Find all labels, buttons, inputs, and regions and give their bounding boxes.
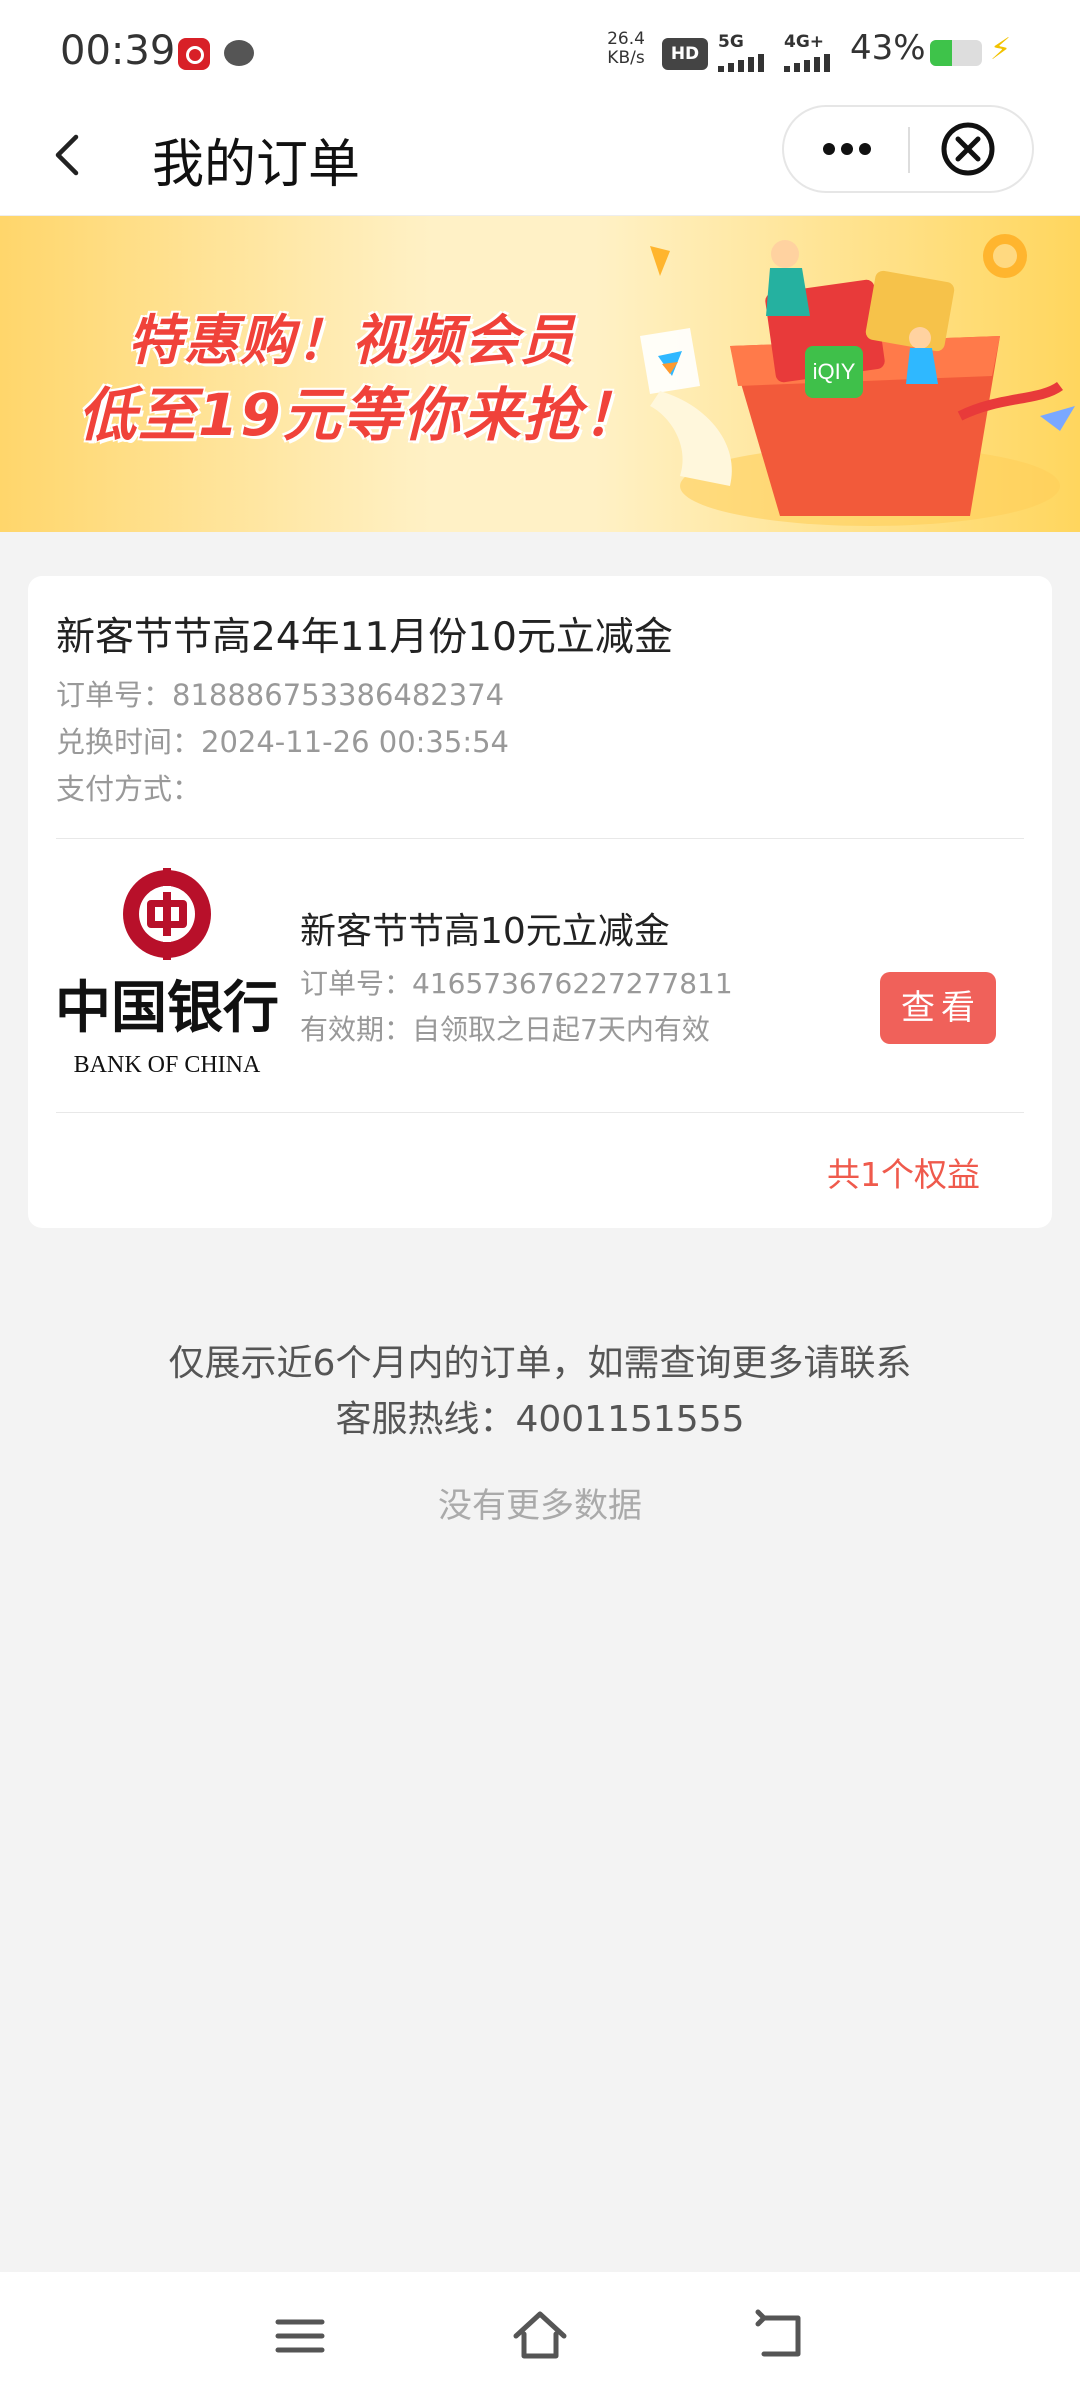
- service-hotline[interactable]: 客服热线：4001151555: [0, 1390, 1080, 1442]
- promo-banner[interactable]: 特惠购！视频会员 低至19元等你来抢！ iQIY: [0, 216, 1080, 532]
- benefit-title: 新客节节高10元立减金: [300, 911, 670, 952]
- network-speed: 26.4 KB/s: [600, 30, 652, 68]
- more-dots-icon[interactable]: [784, 107, 910, 191]
- menu-icon[interactable]: [268, 2304, 332, 2368]
- benefit-order-number: 订单号：416573676227277811: [300, 967, 733, 1000]
- mini-program-capsule: [782, 105, 1034, 193]
- logo-text-en: BANK OF CHINA: [74, 1052, 261, 1078]
- banner-subheadline: 低至19元等你来抢！: [78, 381, 643, 449]
- charging-icon: ⚡: [990, 32, 1012, 67]
- page-title: 我的订单: [152, 135, 361, 195]
- history-notice: 仅展示近6个月内的订单，如需查询更多请联系: [168, 1343, 912, 1384]
- signal-5g-label: 5G: [718, 32, 744, 52]
- gift-box-illustration: iQIY: [640, 234, 1075, 526]
- network-speed-unit: KB/s: [607, 48, 645, 68]
- payment-method: 支付方式：: [56, 772, 202, 806]
- svg-text:iQIY: iQIY: [813, 359, 856, 384]
- order-title: 新客节节高24年11月份10元立减金: [56, 615, 673, 660]
- divider: [56, 838, 1024, 839]
- bank-of-china-logo: 中国银行 BANK OF CHINA: [56, 868, 278, 1078]
- system-nav-bar: [0, 2272, 1080, 2400]
- view-button[interactable]: 查看: [880, 972, 996, 1044]
- signal-4g-icon: [784, 54, 832, 72]
- order-card[interactable]: 新客节节高24年11月份10元立减金 订单号：81888675338648237…: [28, 576, 1052, 1228]
- no-more-data: 没有更多数据: [438, 1486, 642, 1526]
- divider: [56, 1112, 1024, 1113]
- netease-music-icon: [178, 38, 210, 70]
- exchange-time: 兑换时间：2024-11-26 00:35:54: [56, 725, 509, 759]
- status-indicators: 26.4 KB/s HD 5G 4G+ 43% ⚡: [600, 28, 1020, 78]
- message-icon: [224, 40, 254, 66]
- order-number: 订单号：818886753386482374: [56, 678, 505, 712]
- logo-text-cn: 中国银行: [56, 975, 278, 1041]
- network-speed-value: 26.4: [607, 29, 645, 49]
- back-icon[interactable]: [748, 2304, 812, 2368]
- banner-headline: 特惠购！视频会员: [128, 309, 576, 372]
- battery-icon: [930, 40, 982, 66]
- home-icon[interactable]: [508, 2304, 572, 2368]
- signal-4g-label: 4G+: [784, 32, 825, 52]
- page-header: 我的订单: [0, 100, 1080, 216]
- back-arrow-icon[interactable]: [40, 125, 100, 185]
- signal-5g-icon: [718, 54, 766, 72]
- benefit-count: 共1个权益: [827, 1155, 980, 1194]
- hd-icon: HD: [662, 38, 708, 70]
- status-bar: 00:39 26.4 KB/s HD 5G 4G+ 43% ⚡: [0, 0, 1080, 100]
- status-time: 00:39: [60, 28, 176, 74]
- close-circle-icon[interactable]: [910, 107, 1032, 191]
- battery-fill: [930, 40, 953, 66]
- benefit-validity: 有效期：自领取之日起7天内有效: [300, 1013, 710, 1046]
- battery-percent: 43%: [850, 28, 926, 68]
